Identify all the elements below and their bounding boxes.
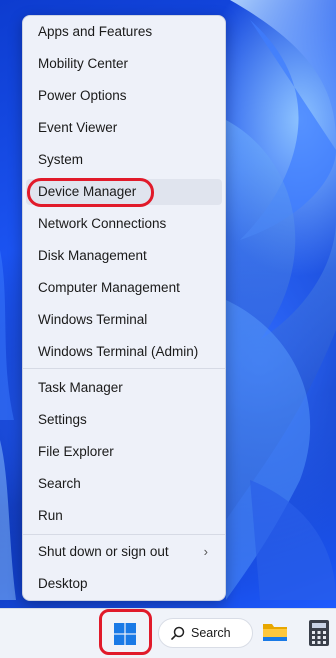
menu-item-label: Settings	[38, 412, 87, 427]
menu-item-disk-management[interactable]: Disk Management	[26, 243, 222, 269]
menu-item-label: Network Connections	[38, 216, 167, 231]
menu-item-shut-down-or-sign-out[interactable]: Shut down or sign out ›	[26, 539, 222, 565]
taskbar-search[interactable]: Search	[158, 618, 253, 648]
menu-item-network-connections[interactable]: Network Connections	[26, 211, 222, 237]
menu-item-label: Power Options	[38, 88, 127, 103]
menu-item-event-viewer[interactable]: Event Viewer	[26, 115, 222, 141]
menu-item-label: Search	[38, 476, 81, 491]
calculator-icon[interactable]	[308, 619, 330, 652]
menu-item-power-options[interactable]: Power Options	[26, 83, 222, 109]
menu-item-label: Windows Terminal (Admin)	[38, 344, 199, 359]
menu-item-apps-and-features[interactable]: Apps and Features	[26, 19, 222, 45]
menu-item-label: Device Manager	[38, 184, 137, 199]
start-button-annotation	[99, 609, 152, 655]
menu-item-windows-terminal[interactable]: Windows Terminal	[26, 307, 222, 333]
menu-separator	[23, 368, 225, 369]
menu-item-task-manager[interactable]: Task Manager	[26, 375, 222, 401]
menu-item-label: Disk Management	[38, 248, 147, 263]
winx-context-menu: Apps and Features Mobility Center Power Op…	[22, 15, 226, 601]
taskbar: Search	[0, 608, 336, 658]
menu-separator	[23, 534, 225, 535]
search-icon	[171, 626, 185, 640]
menu-item-mobility-center[interactable]: Mobility Center	[26, 51, 222, 77]
menu-item-windows-terminal-admin[interactable]: Windows Terminal (Admin)	[26, 339, 222, 365]
search-label: Search	[191, 626, 231, 640]
menu-item-computer-management[interactable]: Computer Management	[26, 275, 222, 301]
menu-item-run[interactable]: Run	[26, 503, 222, 529]
menu-item-label: Computer Management	[38, 280, 180, 295]
menu-item-search[interactable]: Search	[26, 471, 222, 497]
menu-item-file-explorer[interactable]: File Explorer	[26, 439, 222, 465]
menu-item-label: File Explorer	[38, 444, 114, 459]
menu-item-device-manager[interactable]: Device Manager	[26, 179, 222, 205]
menu-item-label: Desktop	[38, 576, 88, 591]
menu-item-desktop[interactable]: Desktop	[26, 571, 222, 597]
menu-item-label: Run	[38, 508, 63, 523]
menu-item-label: Task Manager	[38, 380, 123, 395]
menu-item-label: Mobility Center	[38, 56, 129, 71]
menu-item-label: Event Viewer	[38, 120, 118, 135]
menu-item-label: System	[38, 152, 84, 167]
chevron-right-icon: ›	[203, 544, 208, 559]
menu-item-label: Apps and Features	[38, 24, 153, 39]
file-explorer-icon[interactable]	[262, 619, 288, 650]
menu-item-label: Windows Terminal	[38, 312, 148, 327]
menu-item-label: Shut down or sign out	[38, 544, 169, 559]
menu-item-settings[interactable]: Settings	[26, 407, 222, 433]
menu-item-system[interactable]: System	[26, 147, 222, 173]
